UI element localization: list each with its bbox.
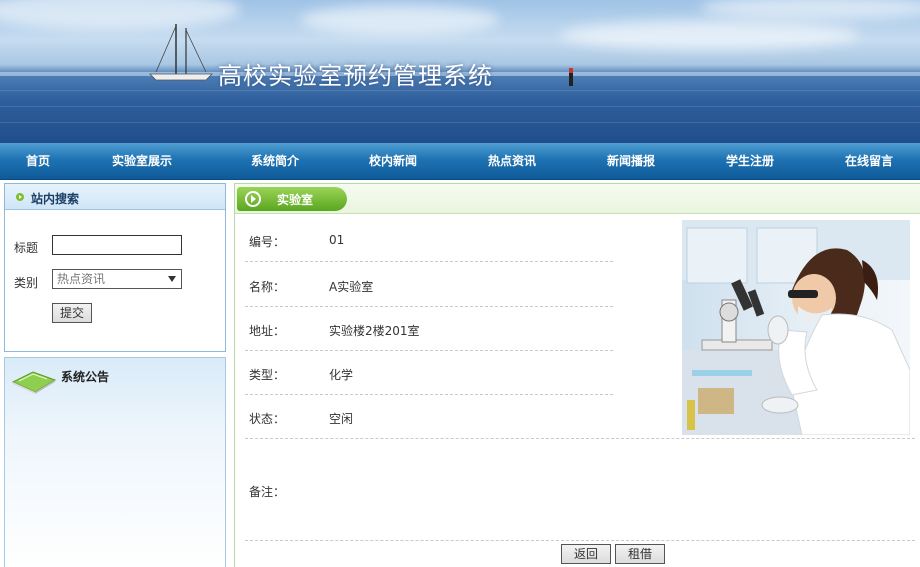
field-row-type: 类型： 化学 <box>245 351 613 395</box>
field-label: 名称： <box>249 280 286 294</box>
field-value: A实验室 <box>329 280 374 294</box>
field-value: 化学 <box>329 368 354 382</box>
site-title: 高校实验室预约管理系统 <box>218 62 493 90</box>
field-label: 类型： <box>249 368 286 382</box>
divider <box>245 438 915 439</box>
category-select[interactable]: 热点资讯 <box>52 269 182 289</box>
field-row-name: 名称： A实验室 <box>245 263 613 307</box>
play-circle-icon <box>245 191 261 207</box>
field-label: 编号： <box>249 235 286 249</box>
field-label: 地址： <box>249 324 286 338</box>
field-row-id: 编号： 01 <box>245 218 613 262</box>
chevron-down-icon <box>168 276 176 282</box>
category-selected-value: 热点资讯 <box>57 272 106 286</box>
rent-button[interactable]: 租借 <box>615 544 665 564</box>
arrow-bullet-icon <box>16 193 24 201</box>
lab-detail-header: 实验室 <box>235 184 920 214</box>
field-label: 状态： <box>249 412 286 426</box>
lab-photo <box>682 220 910 435</box>
nav-student-register[interactable]: 学生注册 <box>726 143 774 180</box>
title-input[interactable] <box>52 235 182 255</box>
search-panel-title: 站内搜索 <box>31 192 80 206</box>
field-value: 空闲 <box>329 412 354 426</box>
lab-detail-panel: 实验室 编号： 01 名称： A实验室 地址： 实验楼2楼201室 类型： 化学… <box>234 183 920 567</box>
main-nav: 首页 实验室展示 系统简介 校内新闻 热点资讯 新闻播报 学生注册 在线留言 <box>0 143 920 180</box>
field-row-status: 状态： 空闲 <box>245 395 613 439</box>
cloud <box>560 20 860 50</box>
field-row-address: 地址： 实验楼2楼201室 <box>245 307 613 351</box>
buoy <box>569 68 573 86</box>
nav-campus-news[interactable]: 校内新闻 <box>369 143 417 180</box>
nav-online-message[interactable]: 在线留言 <box>845 143 893 180</box>
nav-system-intro[interactable]: 系统简介 <box>251 143 299 180</box>
nav-news-broadcast[interactable]: 新闻播报 <box>607 143 655 180</box>
field-value: 01 <box>329 233 345 247</box>
cloud <box>300 5 500 35</box>
header-banner: 高校实验室预约管理系统 <box>0 0 920 143</box>
sailboat-icon <box>149 24 213 81</box>
title-label: 标题 <box>14 241 39 255</box>
notice-panel-title: 系统公告 <box>61 370 110 384</box>
search-panel-header: 站内搜索 <box>5 184 225 210</box>
system-notice-panel: 系统公告 <box>4 357 226 567</box>
section-title: 实验室 <box>277 193 314 207</box>
nav-home[interactable]: 首页 <box>26 143 50 180</box>
divider <box>245 540 915 541</box>
back-button[interactable]: 返回 <box>561 544 611 564</box>
section-tab: 实验室 <box>237 187 347 211</box>
nav-lab-showcase[interactable]: 实验室展示 <box>112 143 172 180</box>
category-label: 类别 <box>14 276 39 290</box>
cloud <box>700 0 920 20</box>
field-value: 实验楼2楼201室 <box>329 324 420 338</box>
note-label: 备注： <box>249 485 286 499</box>
site-search-panel: 站内搜索 标题 类别 热点资讯 提交 <box>4 183 226 352</box>
book-icon <box>11 371 57 394</box>
submit-button[interactable]: 提交 <box>52 303 92 323</box>
nav-hot-news[interactable]: 热点资讯 <box>488 143 536 180</box>
